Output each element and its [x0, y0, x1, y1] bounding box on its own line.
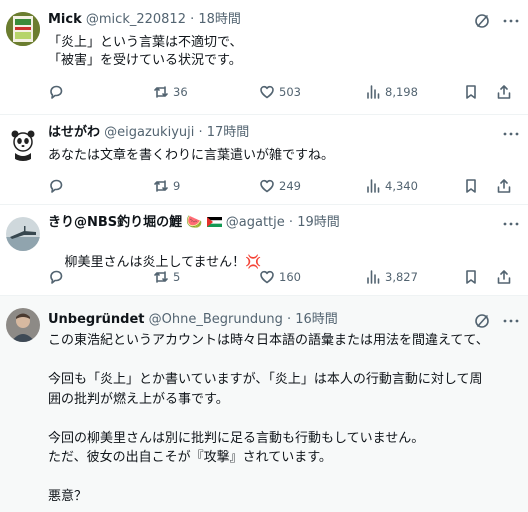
views-button[interactable]: 4,340 — [365, 177, 418, 195]
avatar-image — [6, 12, 40, 46]
like-count: 503 — [279, 85, 301, 99]
reply-icon — [50, 179, 63, 193]
author-handle[interactable]: @eigazukiyuji — [104, 125, 194, 140]
avatar[interactable] — [6, 12, 40, 46]
tweet-header: はせがわ @eigazukiyuji · 17時間 — [48, 125, 249, 141]
views-icon — [367, 85, 380, 99]
timestamp[interactable]: 16時間 — [295, 312, 338, 327]
separator: · — [286, 312, 292, 327]
like-icon — [260, 270, 274, 284]
avatar-image — [6, 308, 40, 342]
share-icon — [497, 270, 511, 284]
tweet-header: Unbegründet @Ohne_Begrundung · 16時間 — [48, 312, 338, 328]
action-bar: 36 503 8,198 — [48, 83, 516, 101]
grok-icon[interactable] — [474, 13, 490, 29]
timestamp[interactable]: 17時間 — [207, 125, 250, 140]
retweet-icon — [154, 180, 168, 192]
more-icon[interactable] — [502, 126, 520, 142]
like-button[interactable]: 249 — [259, 177, 301, 195]
retweet-button[interactable]: 36 — [153, 83, 188, 101]
author-name[interactable]: きり@NBS釣り堀の鯉 — [48, 215, 182, 230]
tweet-header: Mick @mick_220812 · 18時間 — [48, 12, 241, 28]
retweet-button[interactable]: 9 — [153, 177, 180, 195]
more-icon[interactable] — [502, 13, 520, 29]
views-icon — [367, 270, 380, 284]
avatar[interactable] — [6, 217, 40, 251]
author-handle[interactable]: @Ohne_Begrundung — [149, 312, 283, 327]
like-button[interactable]: 160 — [259, 268, 301, 286]
bookmark-icon — [466, 179, 476, 193]
author-handle[interactable]: @mick_220812 — [86, 12, 186, 27]
retweet-button[interactable]: 5 — [153, 268, 180, 286]
retweet-icon — [154, 86, 168, 98]
action-bar: 5 160 3,827 — [48, 268, 516, 286]
tweet-text: あなたは文章を書くわりに言葉遣いが雑ですね。 — [48, 148, 335, 163]
like-button[interactable]: 503 — [259, 83, 301, 101]
more-icon[interactable] — [502, 216, 520, 232]
bookmark-icon — [466, 270, 476, 284]
avatar[interactable] — [6, 308, 40, 342]
separator: · — [198, 125, 203, 140]
like-count: 160 — [279, 270, 301, 284]
author-handle[interactable]: @agattje — [226, 215, 285, 230]
retweet-icon — [154, 271, 168, 283]
avatar-image — [6, 127, 40, 161]
retweet-count: 9 — [173, 179, 181, 193]
views-icon — [367, 179, 380, 193]
reply-icon — [50, 270, 63, 284]
author-name[interactable]: Unbegründet — [48, 312, 145, 327]
tweet-3[interactable]: きり@NBS釣り堀の鯉 🍉 @agattje · 19時間 柳美里さんは炎上して… — [0, 205, 528, 296]
timestamp[interactable]: 18時間 — [198, 12, 241, 27]
share-button[interactable] — [496, 83, 516, 101]
tweet-2[interactable]: はせがわ @eigazukiyuji · 17時間 あなたは文章を書くわりに言葉… — [0, 115, 528, 205]
bookmark-button[interactable] — [463, 177, 483, 195]
like-icon — [260, 85, 274, 99]
tweet-4[interactable]: Unbegründet @Ohne_Begrundung · 16時間 この東浩… — [0, 296, 528, 512]
views-count: 3,827 — [385, 270, 418, 284]
tweet-1[interactable]: Mick @mick_220812 · 18時間 「炎上」という言葉は不適切で、… — [0, 0, 528, 115]
share-button[interactable] — [496, 268, 516, 286]
bookmark-icon — [466, 85, 476, 99]
reply-button[interactable] — [48, 83, 68, 101]
tweet-text: 「炎上」という言葉は不適切で、 「被害」を受けている状況です。 — [48, 35, 243, 68]
like-count: 249 — [279, 179, 301, 193]
more-icon[interactable] — [502, 313, 520, 329]
views-count: 4,340 — [385, 179, 418, 193]
avatar[interactable] — [6, 127, 40, 161]
reply-button[interactable] — [48, 177, 68, 195]
watermelon-emoji: 🍉 — [186, 215, 203, 230]
retweet-count: 5 — [173, 270, 181, 284]
reply-button[interactable] — [48, 268, 68, 286]
retweet-count: 36 — [173, 85, 188, 99]
views-button[interactable]: 3,827 — [365, 268, 418, 286]
share-button[interactable] — [496, 177, 516, 195]
bookmark-button[interactable] — [463, 83, 483, 101]
views-count: 8,198 — [385, 85, 418, 99]
tweet-text: この東浩紀というアカウントは時々日本語の語彙または用法を間違えてて、 今回も「炎… — [48, 333, 489, 504]
views-button[interactable]: 8,198 — [365, 83, 418, 101]
like-icon — [260, 179, 274, 193]
author-name[interactable]: Mick — [48, 12, 82, 27]
grok-icon[interactable] — [474, 313, 490, 329]
avatar-image — [6, 217, 40, 251]
share-icon — [497, 85, 511, 99]
separator: · — [190, 12, 195, 27]
separator: · — [288, 215, 294, 230]
reply-icon — [50, 85, 63, 99]
author-name[interactable]: はせがわ — [48, 125, 100, 140]
bookmark-button[interactable] — [463, 268, 483, 286]
palestine-flag-icon — [206, 217, 222, 227]
timestamp[interactable]: 19時間 — [297, 215, 340, 230]
action-bar: 9 249 4,340 — [48, 177, 516, 195]
share-icon — [497, 179, 511, 193]
tweet-header: きり@NBS釣り堀の鯉 🍉 @agattje · 19時間 — [48, 215, 340, 231]
